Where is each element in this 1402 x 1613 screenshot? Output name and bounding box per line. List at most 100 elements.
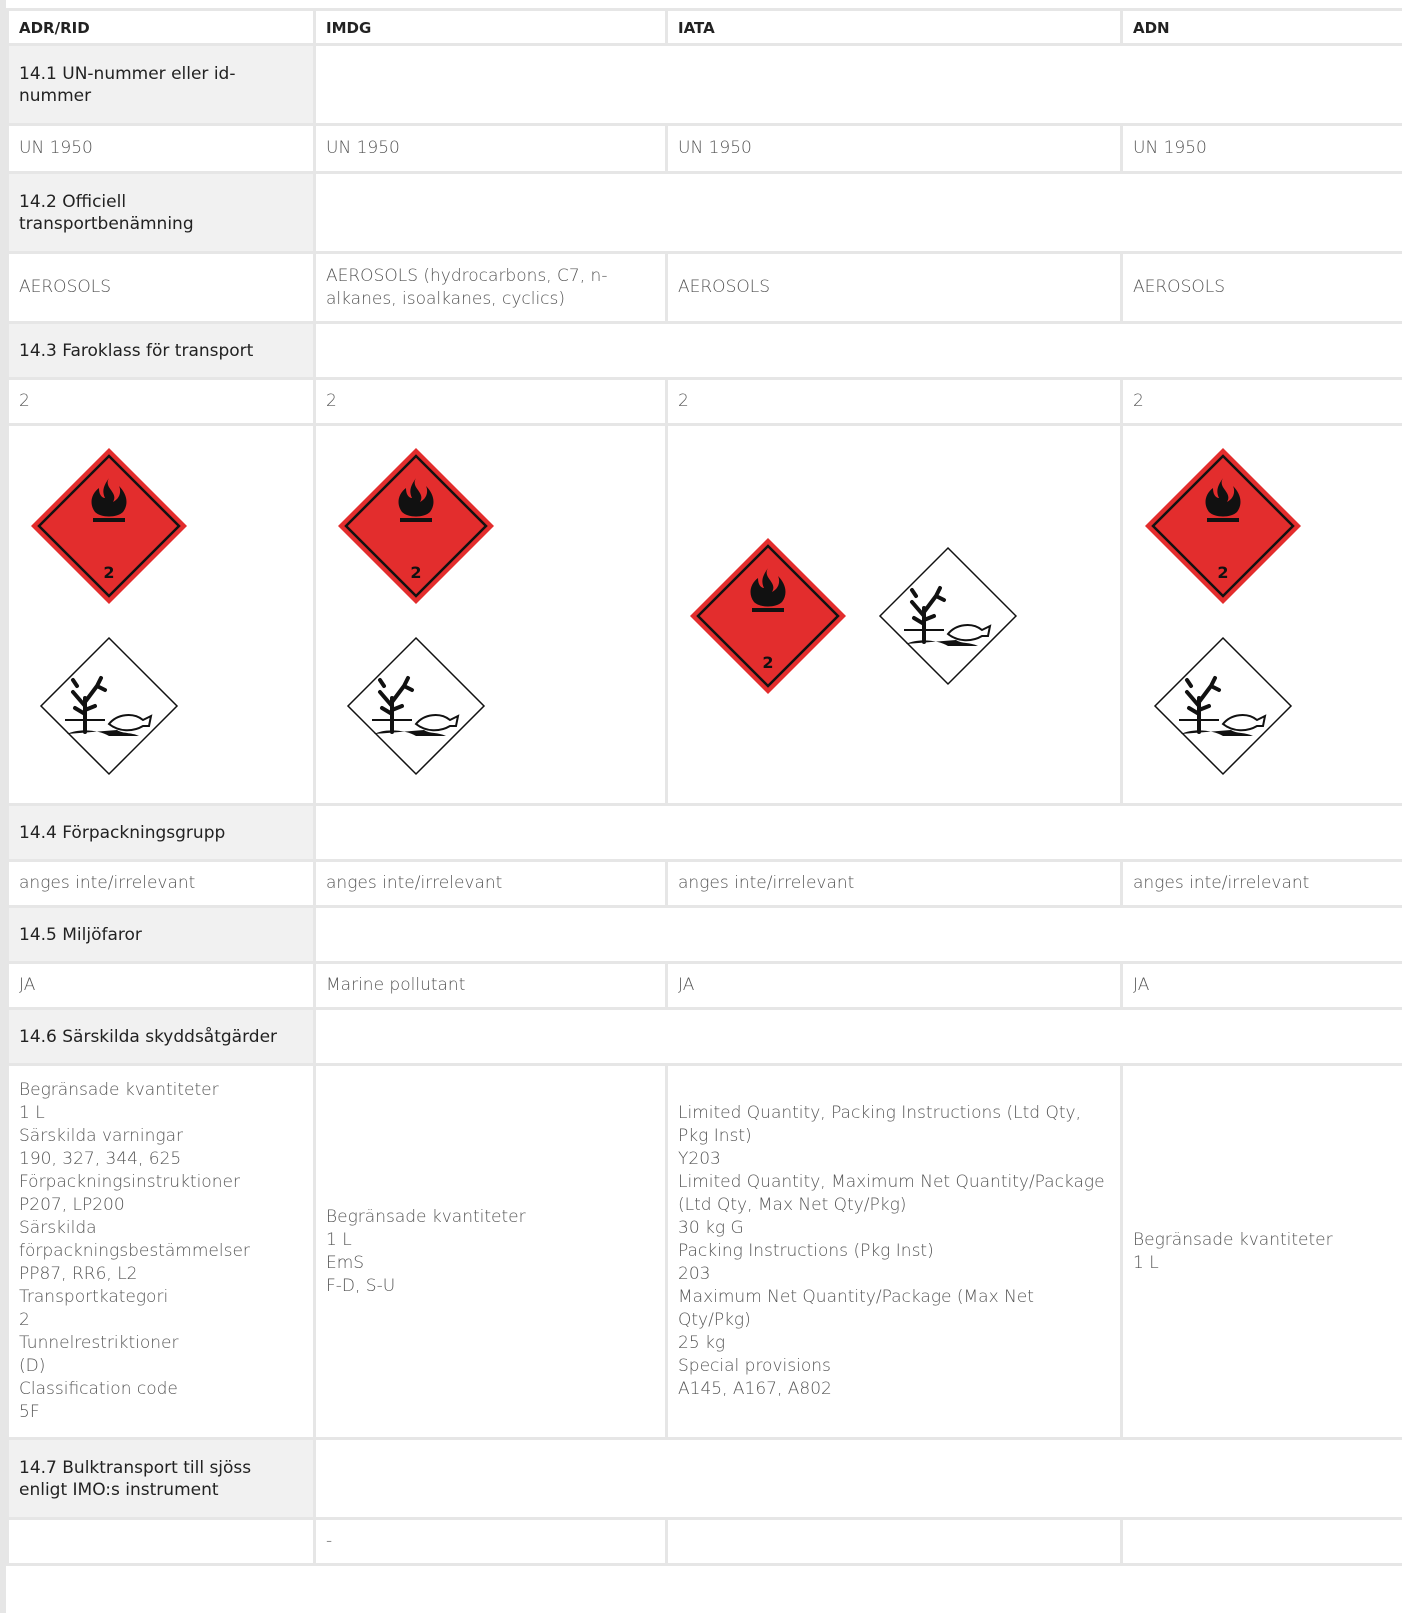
value-adr: anges inte/irrelevant (6, 859, 316, 908)
value-adr: Begränsade kvantiteter 1 L Särskilda varni… (6, 1063, 316, 1440)
value-line: EmS (326, 1252, 365, 1273)
value-imdg: Marine pollutant (313, 961, 668, 1010)
value-imdg: 2 (313, 377, 668, 426)
value-imdg: Begränsade kvantiteter 1 L EmS F-D, S-U (313, 1063, 668, 1440)
value-iata: UN 1950 (665, 123, 1123, 174)
value-iata (665, 1517, 1123, 1566)
section-spacer (313, 171, 1402, 254)
value-line: P207, LP200 (19, 1195, 125, 1215)
section-14-1: 14.1 UN-nummer eller id-nummer (6, 43, 1402, 126)
section-label: 14.3 Faroklass för transport (6, 321, 316, 380)
col-adr-header: ADR/RID (6, 8, 316, 46)
value-line: Tunnelrestriktioner (19, 1333, 179, 1353)
value-line: Begränsade kvantiteter (326, 1206, 526, 1227)
value-line: 1 L (1133, 1252, 1159, 1273)
value-line: Maximum Net Quantity/Package (Max Net Qt… (678, 1287, 1034, 1330)
value-line: (D) (19, 1356, 46, 1376)
pictogram-row (6, 423, 1402, 806)
section-spacer (313, 905, 1402, 964)
value-line: Limited Quantity, Packing Instructions (… (678, 1103, 1081, 1146)
value-adr: 2 (6, 377, 316, 426)
value-line: A145, A167, A802 (678, 1379, 832, 1399)
col-imdg-header: IMDG (313, 8, 668, 46)
value-adn: JA (1120, 961, 1402, 1010)
col-iata-header: IATA (665, 8, 1123, 46)
values-row: UN 1950 UN 1950 UN 1950 UN 1950 (6, 123, 1402, 174)
value-line: 203 (678, 1264, 711, 1284)
section-14-4: 14.4 Förpackningsgrupp (6, 803, 1402, 862)
pictograms-imdg (313, 423, 668, 806)
value-line: Packing Instructions (Pkg Inst) (678, 1241, 934, 1261)
value-line: 190, 327, 344, 625 (19, 1149, 182, 1169)
values-row: AEROSOLS AEROSOLS (hydrocarbons, C7, n-a… (6, 251, 1402, 324)
flammable-gas-diamond-icon (688, 536, 848, 696)
value-adr: AEROSOLS (6, 251, 316, 324)
value-adr: JA (6, 961, 316, 1010)
flammable-gas-diamond-icon (1143, 446, 1303, 606)
section-14-2: 14.2 Officiell transportbenämning (6, 171, 1402, 254)
value-line: Förpackningsinstruktioner (19, 1172, 240, 1192)
value-line: Classification code (19, 1379, 178, 1399)
value-adn: UN 1950 (1120, 123, 1402, 174)
environment-hazard-diamond-icon (878, 546, 1018, 686)
section-spacer (313, 803, 1402, 862)
section-label: 14.4 Förpackningsgrupp (6, 803, 316, 862)
section-spacer (313, 321, 1402, 380)
section-label: 14.6 Särskilda skyddsåtgärder (6, 1007, 316, 1066)
value-line: 2 (19, 1310, 30, 1330)
value-line: 25 kg (678, 1333, 726, 1353)
value-iata: Limited Quantity, Packing Instructions (… (665, 1063, 1123, 1440)
environment-hazard-diamond-icon (1153, 636, 1293, 776)
value-line: Begränsade kvantiteter (1133, 1229, 1333, 1250)
value-imdg: AEROSOLS (hydrocarbons, C7, n-alkanes, i… (313, 251, 668, 324)
section-label: 14.7 Bulktransport till sjöss enligt IMO… (6, 1437, 316, 1520)
value-line: Begränsade kvantiteter (19, 1080, 219, 1100)
value-line: F-D, S-U (326, 1275, 396, 1296)
section-label: 14.2 Officiell transportbenämning (6, 171, 316, 254)
value-iata: 2 (665, 377, 1123, 426)
value-line: Limited Quantity, Maximum Net Quantity/P… (678, 1172, 1105, 1215)
value-imdg: anges inte/irrelevant (313, 859, 668, 908)
section-14-6: 14.6 Särskilda skyddsåtgärder (6, 1007, 1402, 1066)
flammable-gas-diamond-icon (336, 446, 496, 606)
value-adn: Begränsade kvantiteter 1 L (1120, 1063, 1402, 1440)
value-line: 30 kg G (678, 1218, 744, 1238)
flammable-gas-diamond-icon (29, 446, 189, 606)
section-14-5: 14.5 Miljöfaror (6, 905, 1402, 964)
section-14-7: 14.7 Bulktransport till sjöss enligt IMO… (6, 1437, 1402, 1520)
section-label: 14.5 Miljöfaror (6, 905, 316, 964)
value-line: PP87, RR6, L2 (19, 1264, 138, 1284)
pictograms-adn (1120, 423, 1402, 806)
value-line: Transportkategori (19, 1287, 169, 1307)
value-adr (6, 1517, 316, 1566)
section-label: 14.1 UN-nummer eller id-nummer (6, 43, 316, 126)
transport-table: ADR/RID IMDG IATA ADN 14.1 UN-nummer ell… (6, 8, 1402, 1566)
values-row: anges inte/irrelevant anges inte/irrelev… (6, 859, 1402, 908)
value-adn (1120, 1517, 1402, 1566)
value-line: Särskilda förpackningsbestämmelser (19, 1218, 250, 1261)
value-adr: UN 1950 (6, 123, 316, 174)
section-14-3: 14.3 Faroklass för transport (6, 321, 1402, 380)
pictograms-adr (6, 423, 316, 806)
value-line: Y203 (678, 1149, 721, 1169)
value-iata: AEROSOLS (665, 251, 1123, 324)
value-imdg: UN 1950 (313, 123, 668, 174)
section-spacer (313, 1007, 1402, 1066)
environment-hazard-diamond-icon (39, 636, 179, 776)
section-spacer (313, 1437, 1402, 1520)
value-adn: AEROSOLS (1120, 251, 1402, 324)
value-line: 1 L (326, 1229, 352, 1250)
pictograms-iata (665, 423, 1123, 806)
values-row: - (6, 1517, 1402, 1566)
values-row: 2 2 2 2 (6, 377, 1402, 426)
environment-hazard-diamond-icon (346, 636, 486, 776)
value-line: Särskilda varningar (19, 1126, 184, 1146)
value-line: Special provisions (678, 1356, 831, 1376)
value-adn: 2 (1120, 377, 1402, 426)
value-adn: anges inte/irrelevant (1120, 859, 1402, 908)
value-iata: anges inte/irrelevant (665, 859, 1123, 908)
header-row: ADR/RID IMDG IATA ADN (6, 8, 1402, 46)
value-line: 5F (19, 1402, 40, 1422)
col-adn-header: ADN (1120, 8, 1402, 46)
value-imdg: - (313, 1517, 668, 1566)
